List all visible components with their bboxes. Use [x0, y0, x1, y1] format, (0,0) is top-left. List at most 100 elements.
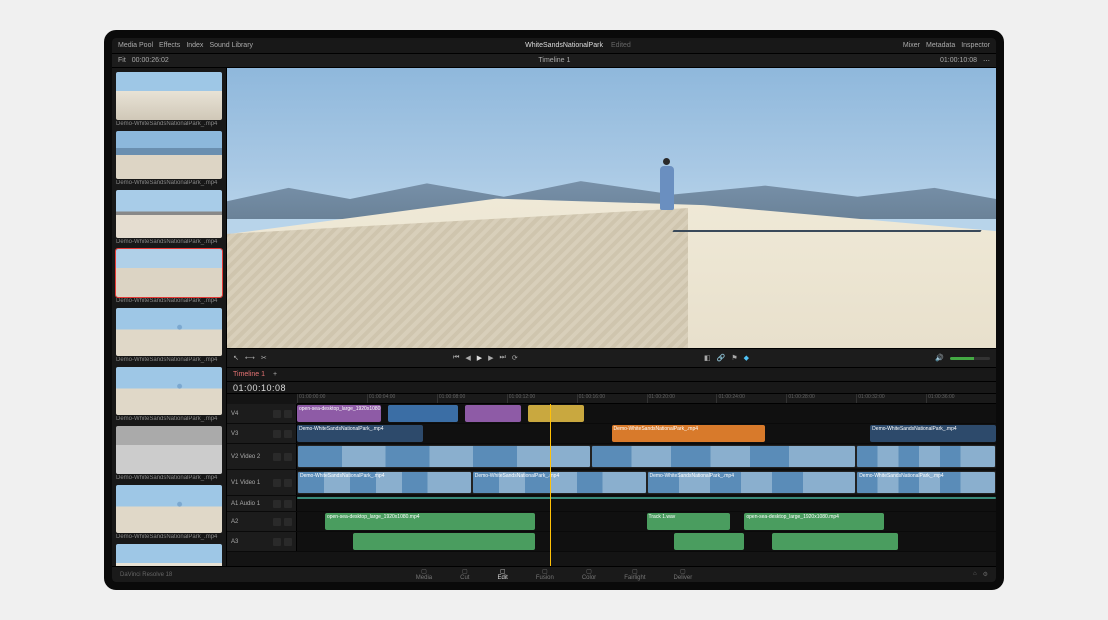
prev-clip-icon[interactable]: ⏮: [453, 354, 459, 362]
media-thumb[interactable]: [116, 485, 222, 533]
mute-icon[interactable]: [284, 453, 292, 461]
playhead[interactable]: [550, 404, 551, 566]
mute-icon[interactable]: [284, 518, 292, 526]
page-fairlight[interactable]: ▢Fairlight: [624, 568, 645, 581]
step-back-icon[interactable]: ◀: [465, 354, 470, 362]
add-timeline-icon[interactable]: +: [273, 371, 277, 378]
flag-icon[interactable]: ⚑: [731, 354, 737, 362]
trim-mode-icon[interactable]: ⟷: [245, 354, 255, 362]
selection-mode-icon[interactable]: ↖: [233, 354, 239, 362]
clip[interactable]: Demo-WhiteSandsNationalPark_.mp4: [297, 471, 472, 494]
page-deliver[interactable]: ▢Deliver: [674, 568, 693, 581]
track-header[interactable]: V3: [227, 424, 297, 443]
page-fusion[interactable]: ▢Fusion: [536, 568, 554, 581]
page-media[interactable]: ▢Media: [416, 568, 432, 581]
media-thumb[interactable]: [116, 72, 222, 120]
track-header[interactable]: A2: [227, 512, 297, 531]
media-thumb[interactable]: [116, 367, 222, 415]
media-thumb[interactable]: [116, 544, 222, 566]
volume-slider[interactable]: [950, 357, 990, 360]
clip[interactable]: [772, 533, 898, 550]
track-body[interactable]: open-sea-desktop_large_1920x1080.mp4 Trac…: [297, 512, 996, 531]
mute-icon[interactable]: [284, 500, 292, 508]
media-pool-button[interactable]: Media Pool: [118, 42, 153, 49]
metadata-button[interactable]: Metadata: [926, 42, 955, 49]
play-icon[interactable]: ▶: [477, 354, 482, 362]
clip[interactable]: Demo-WhiteSandsNationalPark_.mp4: [647, 471, 857, 494]
home-icon[interactable]: ⌂: [973, 571, 977, 578]
clip[interactable]: Demo-WhiteSandsNationalPark_.mp4: [472, 471, 647, 494]
lock-icon[interactable]: [273, 410, 281, 418]
clip[interactable]: Track 1.wav: [647, 513, 731, 530]
page-color[interactable]: ▢Color: [582, 568, 596, 581]
clip[interactable]: open-sea-desktop_large_1920x1080.mp4: [744, 513, 884, 530]
clip[interactable]: [388, 405, 458, 422]
next-clip-icon[interactable]: ⏭: [500, 354, 506, 362]
timeline-ruler[interactable]: 01:00:00:0001:00:04:0001:00:08:0001:00:1…: [297, 394, 996, 404]
lock-icon[interactable]: [273, 479, 281, 487]
clip[interactable]: Demo-WhiteSandsNationalPark_.mp4: [297, 425, 423, 442]
app-window: Media Pool Effects Index Sound Library W…: [104, 30, 1004, 590]
inspector-button[interactable]: Inspector: [961, 42, 990, 49]
lock-icon[interactable]: [273, 538, 281, 546]
clip[interactable]: Demo-WhiteSandsNationalPark_.mp4: [856, 471, 996, 494]
page-edit[interactable]: ▢Edit: [497, 568, 507, 581]
track-body[interactable]: open-sea-desktop_large_1920x1080.mp4: [297, 404, 996, 423]
marker-icon[interactable]: ◆: [744, 354, 749, 362]
timeline-tracks[interactable]: V4 open-sea-desktop_large_1920x1080.mp4V…: [227, 404, 996, 566]
track-header[interactable]: V2 Video 2: [227, 444, 297, 469]
viewer-options-icon[interactable]: ⋯: [983, 57, 990, 65]
lock-icon[interactable]: [273, 453, 281, 461]
index-button[interactable]: Index: [186, 42, 203, 49]
clip[interactable]: open-sea-desktop_large_1920x1080.mp4: [325, 513, 535, 530]
timeline-tab[interactable]: Timeline 1: [233, 371, 265, 378]
sound-library-button[interactable]: Sound Library: [209, 42, 253, 49]
clip[interactable]: Demo-WhiteSandsNationalPark_.mp4: [612, 425, 766, 442]
lock-icon[interactable]: [273, 518, 281, 526]
media-thumb[interactable]: [116, 249, 222, 297]
clip[interactable]: [856, 445, 996, 468]
loop-icon[interactable]: ⟳: [512, 354, 518, 362]
track-body[interactable]: [297, 496, 996, 511]
mute-icon[interactable]: [284, 410, 292, 418]
link-icon[interactable]: 🔗: [717, 354, 726, 362]
step-forward-icon[interactable]: ▶: [488, 354, 493, 362]
track-body[interactable]: Demo-WhiteSandsNationalPark_.mp4 Demo-Whi…: [297, 424, 996, 443]
clip[interactable]: [297, 445, 591, 468]
lock-icon[interactable]: [273, 430, 281, 438]
track-body[interactable]: [297, 532, 996, 551]
project-settings-icon[interactable]: ⚙: [983, 571, 988, 578]
track-header[interactable]: A3: [227, 532, 297, 551]
clip[interactable]: Demo-WhiteSandsNationalPark_.mp4: [870, 425, 996, 442]
lock-icon[interactable]: [273, 500, 281, 508]
clip[interactable]: [297, 497, 996, 499]
track-body[interactable]: Demo-WhiteSandsNationalPark_.mp4Demo-Whi…: [297, 470, 996, 495]
timeline-name-dropdown[interactable]: Timeline 1: [538, 57, 570, 64]
clip[interactable]: [465, 405, 521, 422]
track-header[interactable]: V4: [227, 404, 297, 423]
mute-icon[interactable]: [284, 430, 292, 438]
media-thumb[interactable]: [116, 308, 222, 356]
clip[interactable]: [591, 445, 857, 468]
page-cut[interactable]: ▢Cut: [460, 568, 469, 581]
media-thumb[interactable]: [116, 190, 222, 238]
viewer[interactable]: [227, 68, 996, 348]
clip[interactable]: [674, 533, 744, 550]
clip[interactable]: [528, 405, 584, 422]
clip[interactable]: [353, 533, 535, 550]
media-thumb-label: Demo-WhiteSandsNationalPark_.mp4: [116, 416, 222, 422]
mute-icon[interactable]: [284, 538, 292, 546]
mute-icon[interactable]: [284, 479, 292, 487]
blade-mode-icon[interactable]: ✂: [261, 354, 267, 362]
track-header[interactable]: A1 Audio 1: [227, 496, 297, 511]
snap-icon[interactable]: ◧: [704, 354, 711, 362]
media-thumb[interactable]: [116, 426, 222, 474]
clip[interactable]: open-sea-desktop_large_1920x1080.mp4: [297, 405, 381, 422]
track-body[interactable]: [297, 444, 996, 469]
mixer-button[interactable]: Mixer: [903, 42, 920, 49]
fit-dropdown[interactable]: Fit: [118, 57, 126, 64]
track-header[interactable]: V1 Video 1: [227, 470, 297, 495]
media-thumb[interactable]: [116, 131, 222, 179]
volume-icon[interactable]: 🔊: [935, 354, 944, 362]
effects-button[interactable]: Effects: [159, 42, 180, 49]
